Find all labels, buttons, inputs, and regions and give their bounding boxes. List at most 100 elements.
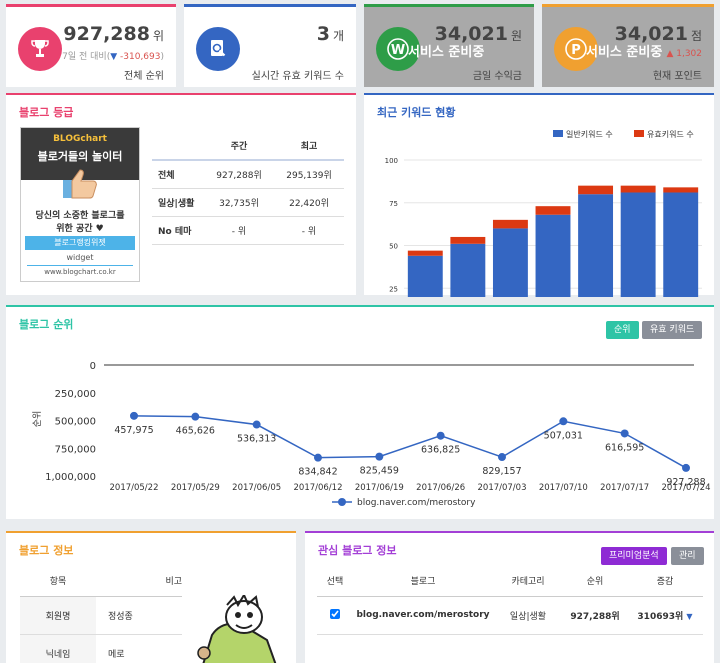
legend-valid-label: 유효키워드 수 <box>647 130 694 139</box>
interest-blog[interactable]: blog.naver.com/merostory <box>353 596 493 635</box>
grade-table: 주간 최고 전체 927,288위 295,139위 일상|생활 32,735위… <box>152 132 344 245</box>
rank-xtick-label: 2017/07/10 <box>539 483 588 493</box>
rank-data-label: 825,459 <box>360 466 399 477</box>
blog-info-col-item: 항목 <box>20 566 96 597</box>
rank-chart-card: 블로그 순위 순위 유효 키워드 순위 blog.naver.com/meros… <box>6 305 714 519</box>
rank-xtick-label: 2017/06/26 <box>416 483 465 493</box>
grade-col-weekly: 주간 <box>204 132 274 161</box>
rank-xtick-label: 2017/07/03 <box>478 483 527 493</box>
rank-sub-prefix: 7일 전 대비( <box>62 52 111 62</box>
svg-text:P: P <box>571 43 581 58</box>
keywords-unit: 개 <box>332 29 344 43</box>
kw-bar-normal <box>492 228 528 297</box>
stat-card-revenue: W 34,021 원 서비스 준비중 금일 수익금 <box>364 4 534 87</box>
rank-xtick-label: 2017/06/19 <box>355 483 404 493</box>
interest-change-cell: 310693위 ▼ <box>627 596 703 635</box>
keywords-value: 3 <box>316 23 330 45</box>
interest-card: 관심 블로그 정보 프리미엄분석 관리 선택 블로그 카테고리 순위 증감 bl… <box>305 531 714 663</box>
interest-col-category: 카테고리 <box>493 566 563 597</box>
interest-col-change: 증감 <box>627 566 703 597</box>
legend-normal-swatch <box>553 130 563 137</box>
rank-data-label: 834,842 <box>298 467 337 478</box>
rank-data-point <box>620 429 629 438</box>
legend-normal-label: 일반키워드 수 <box>566 130 613 139</box>
blog-info-key: 회원명 <box>20 596 96 635</box>
widget-ranking-button[interactable]: 블로그랭킹위젯 <box>25 236 135 250</box>
grade-row-weekly: 32,735위 <box>204 188 274 217</box>
grade-row-best: - 위 <box>274 216 344 245</box>
table-row: No 테마 - 위 - 위 <box>152 216 344 245</box>
rank-ytick-label: 1,000,000 <box>45 472 96 483</box>
rank-ylabel: 순위 <box>32 411 43 428</box>
rank-data-label: 465,626 <box>176 426 215 437</box>
points-label: 현재 포인트 <box>652 71 702 82</box>
kw-bar-valid <box>578 185 614 195</box>
table-row: 전체 927,288위 295,139위 <box>152 160 344 189</box>
legend-dot <box>338 498 346 506</box>
points-overlay: 서비스 준비중 <box>586 45 663 60</box>
down-arrow-icon: ▼ <box>110 52 118 62</box>
rank-series-line <box>133 415 687 469</box>
grade-col-0 <box>152 132 204 161</box>
blog-info-title: 블로그 정보 <box>19 544 74 557</box>
grade-row-label: No 테마 <box>152 216 204 245</box>
interest-col-select: 선택 <box>317 566 353 597</box>
grade-row-best: 22,420위 <box>274 188 344 217</box>
stat-card-rank: 927,288 위 7일 전 대비(▼ -310,693) 전체 순위 <box>6 4 176 87</box>
rank-data-label: 457,975 <box>114 425 153 436</box>
rank-legend-label: blog.naver.com/merostory <box>357 498 476 508</box>
interest-rank: 927,288위 <box>563 596 627 635</box>
premium-analysis-button[interactable]: 프리미엄분석 <box>601 547 667 565</box>
rank-delta: -310,693 <box>120 52 161 62</box>
rank-xtick-label: 2017/05/29 <box>171 483 220 493</box>
rank-data-point <box>314 453 322 462</box>
interest-change: 310693위 <box>637 611 684 622</box>
stat-card-points: P 34,021 점 서비스 준비중 ▲ 1,302 현재 포인트 <box>542 4 714 87</box>
grade-card: 블로그 등급 BLOGchart 블로거들의 놀이터 당신의 소중한 블로그를 … <box>6 93 356 295</box>
kw-bar-normal <box>578 194 614 297</box>
widget-brand: BLOGchart <box>53 134 107 144</box>
grade-row-weekly: - 위 <box>204 216 274 245</box>
rank-data-point <box>498 453 506 462</box>
points-delta: 1,302 <box>676 49 702 59</box>
table-row: blog.naver.com/merostory 일상|생활 927,288위 … <box>317 596 703 635</box>
kw-bar-valid <box>535 206 571 215</box>
table-row: 회원명 정성종 <box>20 596 182 635</box>
kw-bar-normal <box>450 243 486 297</box>
widget-url: www.blogchart.co.kr <box>44 268 116 276</box>
rank-xtick-label: 2017/06/12 <box>294 483 343 493</box>
revenue-unit: 원 <box>510 29 522 43</box>
blogchart-widget[interactable]: BLOGchart 블로거들의 놀이터 당신의 소중한 블로그를 위한 공간 ♥… <box>20 127 140 282</box>
kw-bar-valid <box>407 250 443 256</box>
kw-bar-valid <box>663 187 699 193</box>
kw-bar-normal <box>407 255 443 297</box>
kw-bar-valid <box>620 185 656 193</box>
interest-col-blog: 블로그 <box>353 566 493 597</box>
grade-row-label: 전체 <box>152 160 204 189</box>
interest-table: 선택 블로그 카테고리 순위 증감 blog.naver.com/merosto… <box>317 566 703 635</box>
interest-select-checkbox[interactable] <box>330 608 340 619</box>
interest-select-cell <box>317 596 353 635</box>
trophy-icon <box>18 27 62 71</box>
rank-data-point <box>682 463 690 472</box>
blog-info-value: 정성종 <box>96 596 182 635</box>
table-row: 일상|생활 32,735위 22,420위 <box>152 188 344 217</box>
rank-ytick-label: 500,000 <box>55 417 96 428</box>
rank-data-label: 829,157 <box>482 466 521 477</box>
blog-info-key: 닉네임 <box>20 634 96 663</box>
rank-data-label: 507,031 <box>544 430 583 441</box>
keywords-label: 실시간 유효 키워드 수 <box>251 71 344 82</box>
rank-sub-suffix: ) <box>160 52 164 62</box>
blog-info-table: 항목 비고 회원명 정성종 닉네임 메로 <box>20 566 182 663</box>
rank-data-point <box>191 412 200 421</box>
rank-xtick-label: 2017/05/22 <box>110 483 159 493</box>
manage-button[interactable]: 관리 <box>671 547 704 565</box>
revenue-label: 금일 수익금 <box>472 71 522 82</box>
blog-info-value: 메로 <box>96 634 182 663</box>
stat-card-keywords: 3개 실시간 유효 키워드 수 <box>184 4 356 87</box>
rank-value: 927,288 <box>63 23 150 45</box>
blog-info-card: 블로그 정보 항목 비고 회원명 정성종 닉네임 메로 <box>6 531 296 663</box>
search-document-icon <box>196 27 240 71</box>
grade-title: 블로그 등급 <box>19 106 74 119</box>
rank-data-label: 636,825 <box>421 445 460 456</box>
